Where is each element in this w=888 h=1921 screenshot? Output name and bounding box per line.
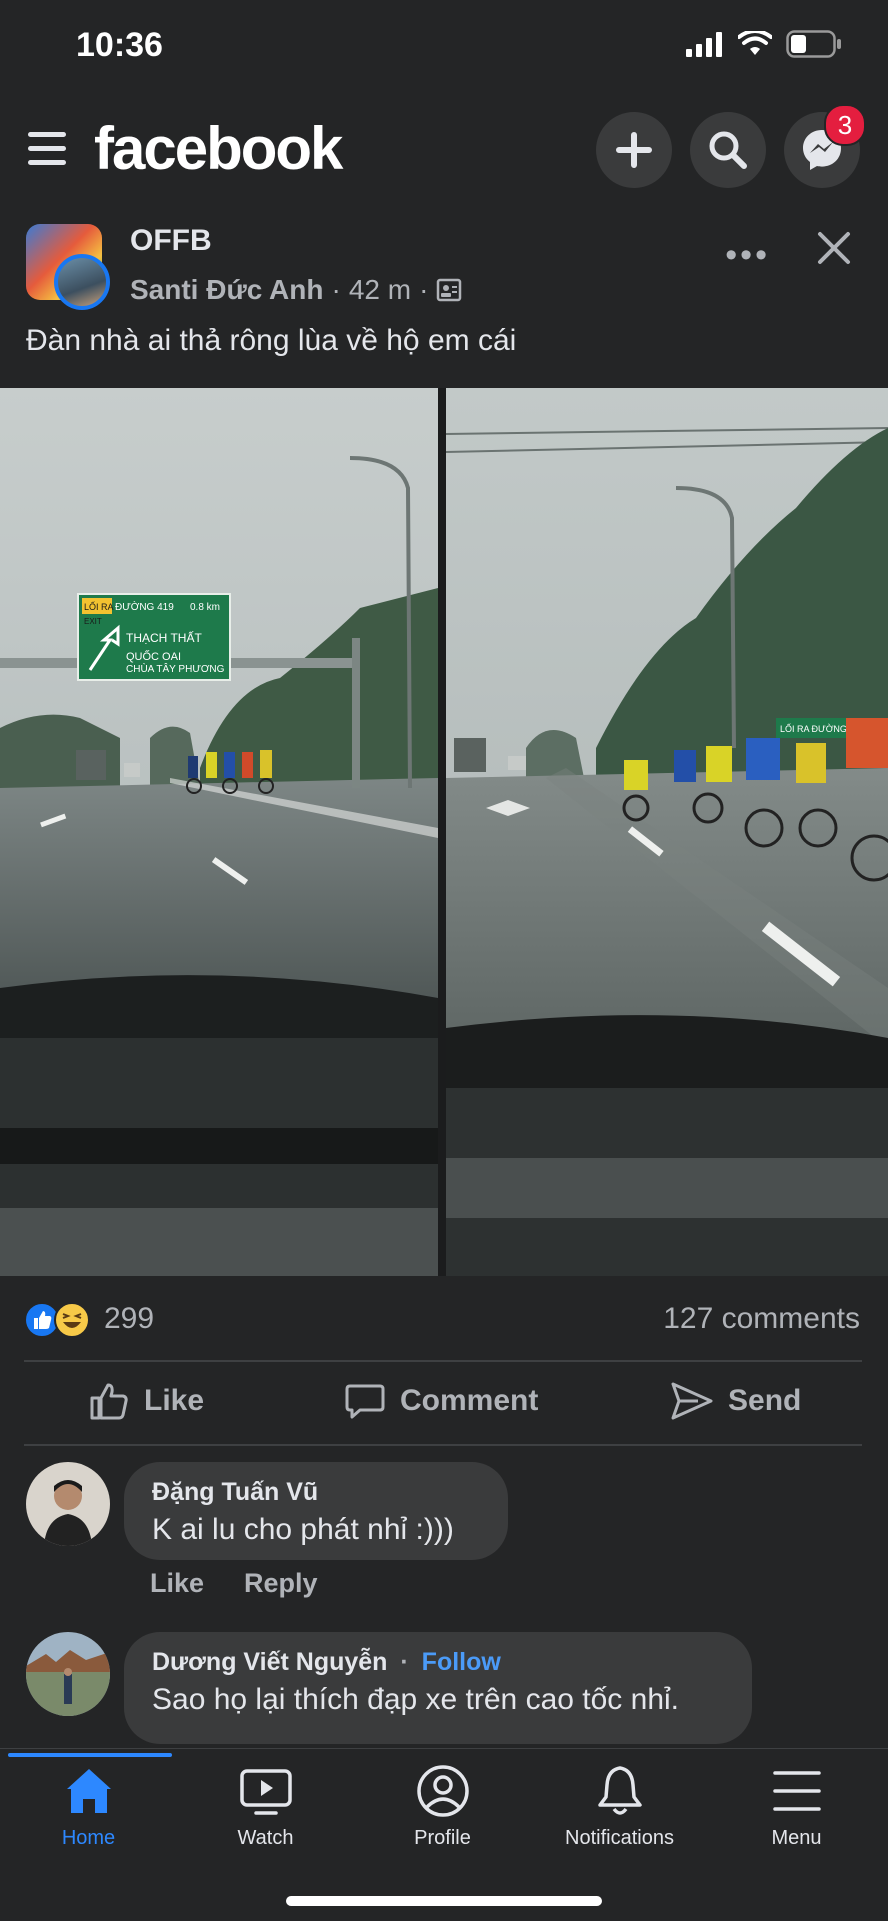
follow-link[interactable]: Follow	[422, 1648, 501, 1676]
post-caption: Đàn nhà ai thả rông lùa về hộ em cái	[26, 324, 517, 357]
name-separator: ·	[400, 1648, 409, 1676]
nav-home-label: Home	[61, 1827, 116, 1849]
send-button[interactable]: Send	[670, 1380, 801, 1422]
sign-dest2: QUỐC OAI	[126, 649, 181, 663]
status-bar: 10:36	[0, 0, 888, 100]
reactions-summary[interactable]: 299 127 comments	[0, 1296, 888, 1348]
search-button[interactable]	[690, 112, 766, 188]
battery-icon	[786, 30, 841, 58]
nav-profile[interactable]: Profile	[354, 1763, 531, 1850]
commenter-avatar[interactable]	[26, 1462, 110, 1546]
hamburger-menu-icon[interactable]	[28, 132, 66, 168]
group-avatar[interactable]	[26, 224, 110, 310]
comment-like-link[interactable]: Like	[150, 1568, 204, 1599]
status-icons	[686, 30, 842, 58]
comment-reply-link[interactable]: Reply	[244, 1568, 318, 1599]
sign-distance: 0.8 km	[190, 602, 220, 613]
post-time[interactable]: 42 m	[349, 274, 411, 306]
photo-right[interactable]: LỐI RA ĐƯỜNG 419	[446, 388, 888, 1276]
author-name[interactable]: Santi Đức Anh	[130, 274, 323, 306]
commenter-header: Dương Viết Nguyễn · Follow	[152, 1648, 724, 1677]
home-icon	[66, 1769, 111, 1813]
comment-text: Sao họ lại thích đạp xe trên cao tốc nhỉ…	[152, 1683, 680, 1716]
comment-button[interactable]: Comment	[344, 1380, 538, 1422]
nav-notifications-label: Notifications	[565, 1827, 674, 1849]
comment-bubble[interactable]: Đặng Tuấn Vũ K ai lu cho phát nhỉ :)))	[124, 1462, 508, 1560]
nav-menu-label: Menu	[771, 1827, 822, 1849]
menu-icon	[772, 1771, 821, 1811]
like-icon	[90, 1383, 128, 1420]
bell-icon	[597, 1766, 642, 1815]
wifi-icon	[738, 31, 772, 55]
sign-road: ĐƯỜNG 419	[115, 600, 174, 613]
nav-profile-label: Profile	[414, 1827, 471, 1849]
more-options-icon[interactable]: •••	[725, 236, 770, 275]
comment-text: K ai lu cho phát nhỉ :)))	[152, 1513, 454, 1546]
post-meta: Santi Đức Anh · 42 m ·	[130, 274, 462, 306]
haha-reaction-icon	[54, 1302, 90, 1338]
post-image[interactable]: LỐI RA ĐƯỜNG 419 0.8 km EXIT THẠCH THẤT …	[0, 388, 888, 1276]
app-header: facebook 3	[0, 100, 888, 200]
send-icon	[671, 1382, 713, 1420]
post-header: OFFB Santi Đức Anh · 42 m · •••	[0, 218, 888, 318]
commenter-avatar[interactable]	[26, 1632, 110, 1716]
comment-actions: Like Reply	[150, 1568, 318, 1599]
meta-separator: ·	[331, 274, 341, 305]
sign-exit-label: LỐI RA	[84, 601, 114, 612]
sign-exit-sub: EXIT	[84, 617, 102, 626]
group-name[interactable]: OFFB	[130, 224, 212, 258]
comment-bubble[interactable]: Dương Viết Nguyễn · Follow Sao họ lại th…	[124, 1632, 752, 1744]
send-label: Send	[728, 1384, 802, 1417]
comment-label: Comment	[400, 1384, 539, 1417]
group-audience-icon	[437, 278, 462, 302]
comment-count[interactable]: 127 comments	[663, 1302, 860, 1336]
meta-separator: ·	[419, 274, 429, 305]
cellular-signal-icon	[686, 32, 722, 57]
reaction-count[interactable]: 299	[104, 1302, 154, 1336]
nav-watch[interactable]: Watch	[177, 1763, 354, 1850]
nav-watch-label: Watch	[237, 1827, 294, 1849]
comment-icon	[345, 1384, 385, 1419]
author-avatar[interactable]	[54, 254, 110, 310]
status-time: 10:36	[76, 26, 163, 64]
photo-left[interactable]: LỐI RA ĐƯỜNG 419 0.8 km EXIT THẠCH THẤT …	[0, 388, 438, 1276]
sign-dest3: CHÙA TÂY PHƯƠNG	[126, 662, 225, 675]
search-icon	[709, 131, 747, 169]
nav-home[interactable]: Home	[0, 1763, 177, 1850]
messenger-button[interactable]: 3	[784, 104, 866, 188]
plus-icon	[616, 132, 652, 168]
like-button[interactable]: Like	[88, 1380, 204, 1422]
like-label: Like	[144, 1384, 205, 1417]
divider	[24, 1444, 862, 1446]
nav-menu[interactable]: Menu	[708, 1763, 885, 1850]
reaction-icons	[24, 1302, 90, 1338]
sign-dest1: THẠCH THẤT	[126, 630, 202, 645]
profile-icon	[416, 1765, 469, 1817]
create-button[interactable]	[596, 112, 672, 188]
commenter-name[interactable]: Đặng Tuấn Vũ	[152, 1478, 480, 1507]
commenter-name[interactable]: Dương Viết Nguyễn	[152, 1648, 387, 1676]
photo-divider	[438, 388, 446, 1276]
facebook-logo: facebook	[94, 115, 343, 182]
close-icon[interactable]	[806, 220, 862, 276]
messenger-badge: 3	[824, 104, 866, 146]
post-actions: Like Comment Send	[0, 1362, 888, 1444]
nav-notifications[interactable]: Notifications	[531, 1763, 708, 1850]
home-indicator[interactable]	[286, 1896, 602, 1906]
watch-icon	[239, 1769, 292, 1815]
active-tab-indicator	[8, 1753, 172, 1757]
